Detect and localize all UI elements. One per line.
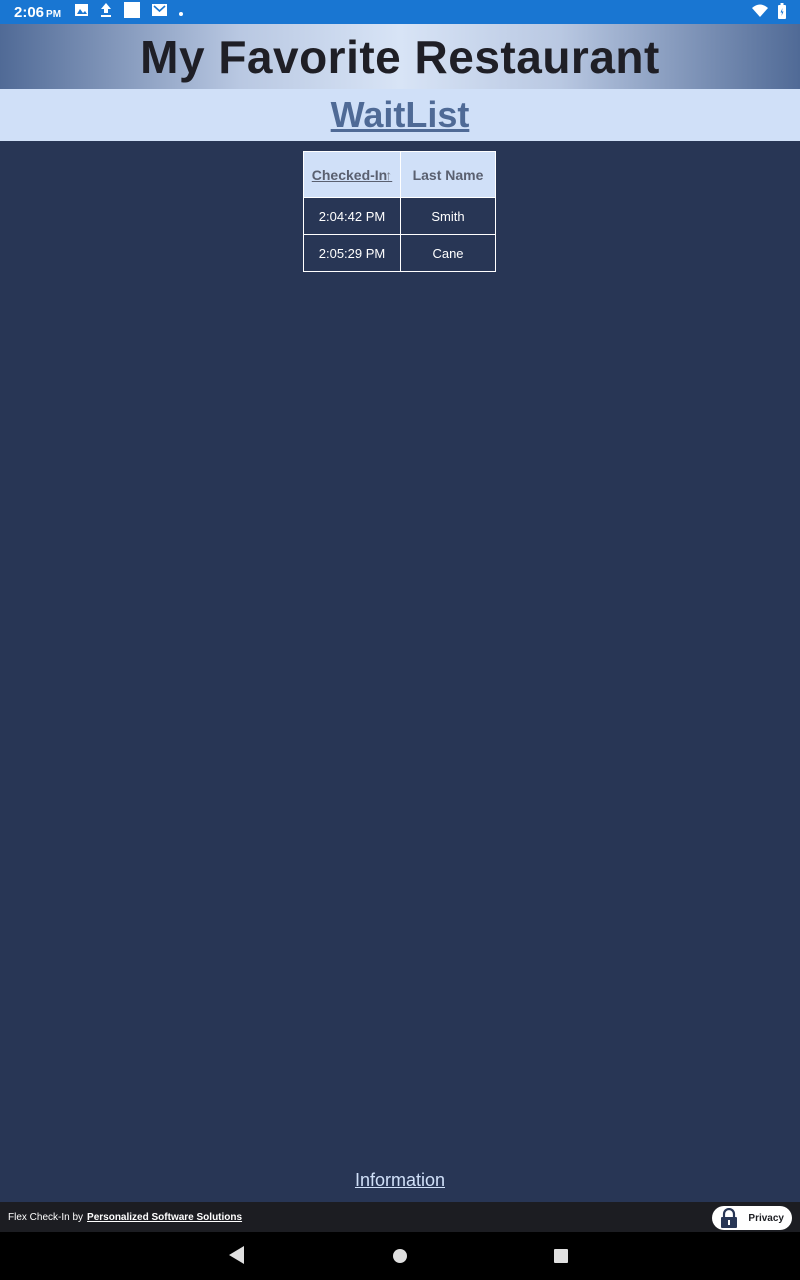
system-icons (752, 3, 786, 24)
table-header-row: Checked-In ↑ Last Name (303, 151, 496, 198)
row-last-name: Smith (400, 197, 496, 235)
restaurant-title: My Favorite Restaurant (140, 30, 660, 83)
home-icon[interactable] (393, 1249, 407, 1268)
sort-arrow-up-icon: ↑ (385, 166, 393, 183)
status-bar: 2:06 PM (0, 0, 800, 24)
waitlist-link[interactable]: WaitList (331, 94, 470, 136)
back-icon[interactable] (229, 1246, 245, 1269)
lock-icon (720, 1207, 738, 1231)
footer-credit: Flex Check-In by Personalized Software So… (8, 1212, 242, 1223)
information-container: Information (0, 1170, 800, 1191)
mail-icon (152, 3, 168, 21)
status-time: 2:06 PM (14, 4, 61, 21)
footer-bar: Flex Check-In by Personalized Software So… (0, 1202, 800, 1232)
credit-prefix: Flex Check-In by (8, 1211, 84, 1223)
information-link[interactable]: Information (355, 1170, 445, 1190)
status-ampm: PM (46, 8, 62, 20)
waitlist-table: Checked-In ↑ Last Name 2:04:42 PM Smith 2… (303, 151, 496, 272)
image-icon (75, 3, 89, 21)
sort-checked-in-link[interactable]: Checked-In ↑ (312, 167, 392, 183)
privacy-label: Privacy (748, 1212, 784, 1224)
navigation-bar (0, 1232, 800, 1280)
waitlist-subheader: WaitList (0, 89, 800, 141)
square-icon (124, 1, 141, 23)
column-last-name: Last Name (400, 151, 496, 198)
restaurant-header: My Favorite Restaurant (0, 24, 800, 89)
credit-link[interactable]: Personalized Software Solutions (87, 1212, 242, 1223)
upload-icon (100, 2, 112, 22)
table-row[interactable]: 2:04:42 PM Smith (303, 197, 496, 235)
row-last-name: Cane (400, 234, 496, 272)
battery-icon (778, 3, 786, 24)
status-time-value: 2:06 (14, 3, 45, 21)
wifi-icon (752, 4, 768, 23)
recents-icon[interactable] (554, 1249, 568, 1268)
notification-icons (75, 1, 184, 23)
column-checked-in-label: Checked-In (311, 166, 388, 183)
row-checked-in-time: 2:05:29 PM (303, 234, 401, 272)
column-checked-in[interactable]: Checked-In ↑ (303, 151, 401, 198)
privacy-button[interactable]: Privacy (712, 1206, 792, 1230)
table-row[interactable]: 2:05:29 PM Cane (303, 234, 496, 272)
row-checked-in-time: 2:04:42 PM (303, 197, 401, 235)
dot-icon (179, 3, 184, 21)
